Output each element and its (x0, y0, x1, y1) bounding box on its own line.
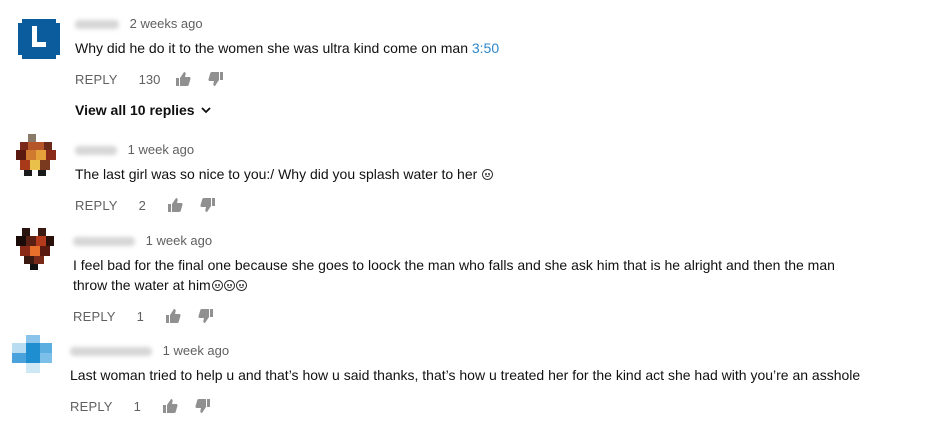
comment-body: 1 week ago Last woman tried to help u an… (70, 343, 930, 416)
author-name[interactable] (75, 20, 119, 30)
author-name[interactable] (75, 146, 117, 156)
thumbs-up-icon[interactable] (165, 308, 181, 324)
comment-meta: 1 week ago (75, 142, 493, 158)
comment-body: 1 week ago The last girl was so nice to … (75, 142, 494, 215)
sad-face-emoji-icon (482, 169, 494, 180)
thumbs-up-icon[interactable] (167, 197, 183, 213)
thumbs-down-icon[interactable] (198, 308, 214, 324)
comment-text: Why did he do it to the women she was ul… (75, 40, 500, 56)
comment-time[interactable]: 1 week ago (146, 233, 213, 248)
sad-face-emoji-icon (211, 280, 223, 291)
view-replies-button[interactable]: View all 10 replies (75, 102, 212, 118)
like-count: 1 (136, 308, 144, 324)
comment-time[interactable]: 1 week ago (163, 343, 230, 358)
comment-body: 2 weeks ago Why did he do it to the wome… (75, 16, 499, 120)
comment-text: Last woman tried to help u and that’s ho… (70, 367, 861, 383)
avatar[interactable] (16, 134, 58, 178)
comment-meta: 1 week ago (73, 233, 873, 249)
like-count: 2 (138, 197, 146, 213)
author-name[interactable] (73, 237, 135, 247)
comment-meta: 1 week ago (70, 343, 930, 359)
sad-face-emoji-icon (235, 280, 247, 291)
author-name[interactable] (70, 347, 152, 357)
thumbs-down-icon[interactable] (200, 197, 216, 213)
avatar[interactable] (12, 335, 54, 377)
avatar[interactable] (16, 228, 56, 270)
reply-button[interactable]: REPLY (75, 198, 118, 213)
thumbs-down-icon[interactable] (195, 398, 211, 414)
chevron-down-icon (200, 107, 211, 114)
reply-button[interactable]: REPLY (75, 72, 118, 87)
comment-text: The last girl was so nice to you:/ Why d… (75, 164, 494, 184)
comment-meta: 2 weeks ago (75, 16, 499, 32)
thumbs-down-icon[interactable] (208, 71, 224, 87)
thumbs-up-icon[interactable] (162, 398, 178, 414)
comment-text: I feel bad for the final one because she… (73, 257, 835, 293)
comment-actions: REPLY 1 (73, 306, 873, 326)
avatar[interactable] (18, 17, 60, 59)
sad-face-emoji-icon (223, 280, 235, 291)
timestamp-link[interactable]: 3:50 (472, 40, 499, 56)
comment-actions: REPLY 1 (70, 396, 930, 416)
comment-time[interactable]: 1 week ago (128, 142, 195, 157)
reply-button[interactable]: REPLY (73, 309, 116, 324)
like-count: 130 (138, 71, 161, 87)
comment-body: 1 week ago I feel bad for the final one … (73, 233, 873, 326)
comment-actions: REPLY 130 (75, 69, 499, 89)
reply-button[interactable]: REPLY (70, 399, 113, 414)
thumbs-up-icon[interactable] (175, 71, 191, 87)
like-count: 1 (133, 398, 141, 414)
comment-actions: REPLY 2 (75, 195, 493, 215)
comment-time[interactable]: 2 weeks ago (130, 16, 203, 31)
